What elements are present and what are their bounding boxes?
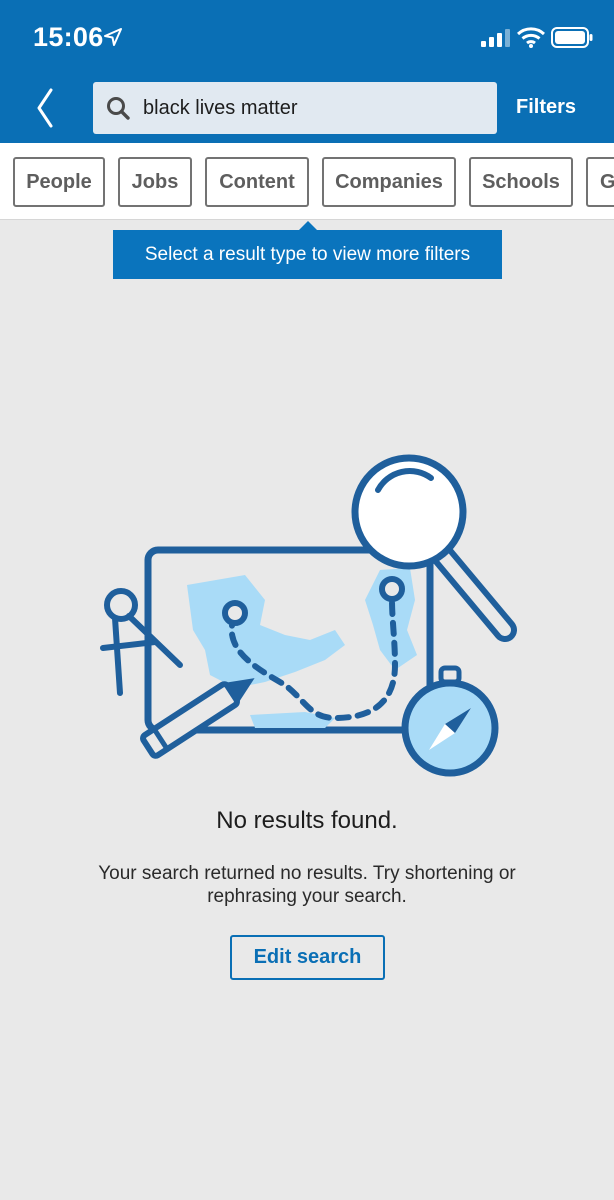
search-query-text: black lives matter (143, 97, 298, 119)
tab-schools[interactable]: Schools (469, 157, 573, 207)
tab-companies[interactable]: Companies (322, 157, 456, 207)
location-arrow-icon (104, 28, 122, 46)
filters-tooltip: Select a result type to view more filter… (113, 230, 502, 279)
status-time: 15:06 (33, 22, 104, 52)
edit-search-button[interactable]: Edit search (230, 935, 385, 980)
no-results-title: No results found. (216, 807, 398, 834)
tab-people[interactable]: People (13, 157, 105, 207)
filters-button[interactable]: Filters (516, 96, 576, 119)
top-bar: 15:06 black lives matter Filters (0, 0, 614, 143)
no-results-message: Your search returned no results. Try sho… (98, 863, 516, 907)
back-button[interactable] (30, 86, 60, 130)
search-input[interactable]: black lives matter (93, 82, 497, 134)
signal-bars-icon (481, 29, 510, 47)
wifi-icon (517, 27, 545, 48)
result-type-tabs: People Jobs Content Companies Schools G (0, 143, 614, 220)
tab-jobs[interactable]: Jobs (118, 157, 192, 207)
map-search-illustration (100, 454, 517, 777)
tab-content[interactable]: Content (205, 157, 309, 207)
search-icon (107, 97, 130, 120)
tab-groups[interactable]: G (586, 157, 614, 207)
battery-icon (551, 27, 593, 48)
